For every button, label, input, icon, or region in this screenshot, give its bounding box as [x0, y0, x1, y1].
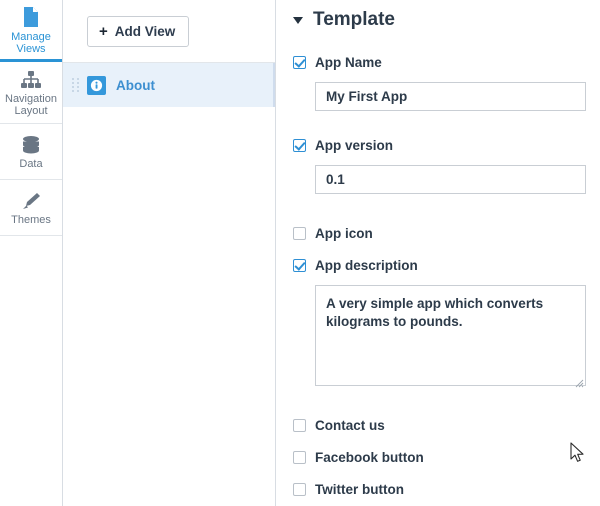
- field-facebook-button: Facebook button: [293, 445, 588, 469]
- checkbox-label: App Name: [315, 54, 382, 70]
- plus-icon: +: [99, 22, 108, 40]
- database-icon: [20, 135, 42, 155]
- field-app-description: App description A very simple app which …: [293, 253, 588, 388]
- checkbox-row-app-version[interactable]: App version: [293, 133, 588, 157]
- rail-item-label: Themes: [11, 214, 51, 226]
- field-app-version: App version: [293, 133, 588, 194]
- drag-handle-icon[interactable]: [71, 77, 81, 93]
- sitemap-icon: [20, 70, 42, 90]
- view-row-about[interactable]: About: [63, 63, 275, 107]
- checkbox-twitter-button[interactable]: [293, 482, 306, 496]
- app-name-input[interactable]: [315, 82, 586, 111]
- template-section-header[interactable]: Template: [293, 0, 588, 36]
- field-app-name: App Name: [293, 50, 588, 111]
- checkbox-row-facebook-button[interactable]: Facebook button: [293, 445, 588, 469]
- field-app-icon: App icon: [293, 221, 588, 245]
- add-view-button[interactable]: + Add View: [87, 15, 190, 47]
- chevron-down-icon[interactable]: [293, 16, 303, 24]
- checkbox-row-contact-us[interactable]: Contact us: [293, 413, 588, 437]
- checkbox-row-app-icon[interactable]: App icon: [293, 221, 588, 245]
- document-icon: [21, 6, 41, 28]
- checkbox-label: Twitter button: [315, 481, 404, 497]
- info-icon: [87, 75, 106, 95]
- app-description-wrapper: A very simple app which converts kilogra…: [315, 285, 586, 388]
- rail-item-data[interactable]: Data: [0, 124, 62, 180]
- checkbox-label: App icon: [315, 225, 373, 241]
- view-list-panel: + Add View About: [63, 0, 276, 506]
- checkbox-label: Facebook button: [315, 449, 424, 465]
- rail-item-manage-views[interactable]: Manage Views: [0, 0, 62, 62]
- checkbox-app-name[interactable]: [293, 55, 306, 69]
- paintbrush-icon: [20, 191, 42, 211]
- app-window: Manage Views Navigation Layout Data Them…: [0, 0, 600, 506]
- checkbox-label: App description: [315, 257, 418, 273]
- rail-item-label: Navigation Layout: [5, 93, 57, 117]
- checkbox-contact-us[interactable]: [293, 418, 306, 432]
- rail-item-themes[interactable]: Themes: [0, 180, 62, 236]
- checkbox-app-version[interactable]: [293, 138, 306, 152]
- left-icon-rail: Manage Views Navigation Layout Data Them…: [0, 0, 63, 506]
- checkbox-row-twitter-button[interactable]: Twitter button: [293, 477, 588, 501]
- checkbox-row-app-description[interactable]: App description: [293, 253, 588, 277]
- field-contact-us: Contact us: [293, 413, 588, 437]
- checkbox-label: App version: [315, 137, 394, 153]
- properties-panel: Template App Name App version App: [276, 0, 600, 506]
- checkbox-row-app-name[interactable]: App Name: [293, 50, 588, 74]
- field-twitter-button: Twitter button: [293, 477, 588, 501]
- page-title: Template: [313, 9, 396, 30]
- view-row-label: About: [116, 77, 155, 93]
- checkbox-app-description[interactable]: [293, 258, 306, 272]
- rail-item-label: Manage Views: [11, 31, 51, 55]
- rail-item-label: Data: [19, 158, 43, 170]
- app-description-textarea[interactable]: A very simple app which converts kilogra…: [315, 285, 586, 386]
- app-version-input[interactable]: [315, 165, 586, 194]
- rail-item-navigation-layout[interactable]: Navigation Layout: [0, 62, 62, 124]
- checkbox-facebook-button[interactable]: [293, 450, 306, 464]
- checkbox-app-icon[interactable]: [293, 226, 306, 240]
- checkbox-label: Contact us: [315, 417, 385, 433]
- add-view-label: Add View: [114, 23, 176, 39]
- add-view-toolbar: + Add View: [63, 0, 275, 63]
